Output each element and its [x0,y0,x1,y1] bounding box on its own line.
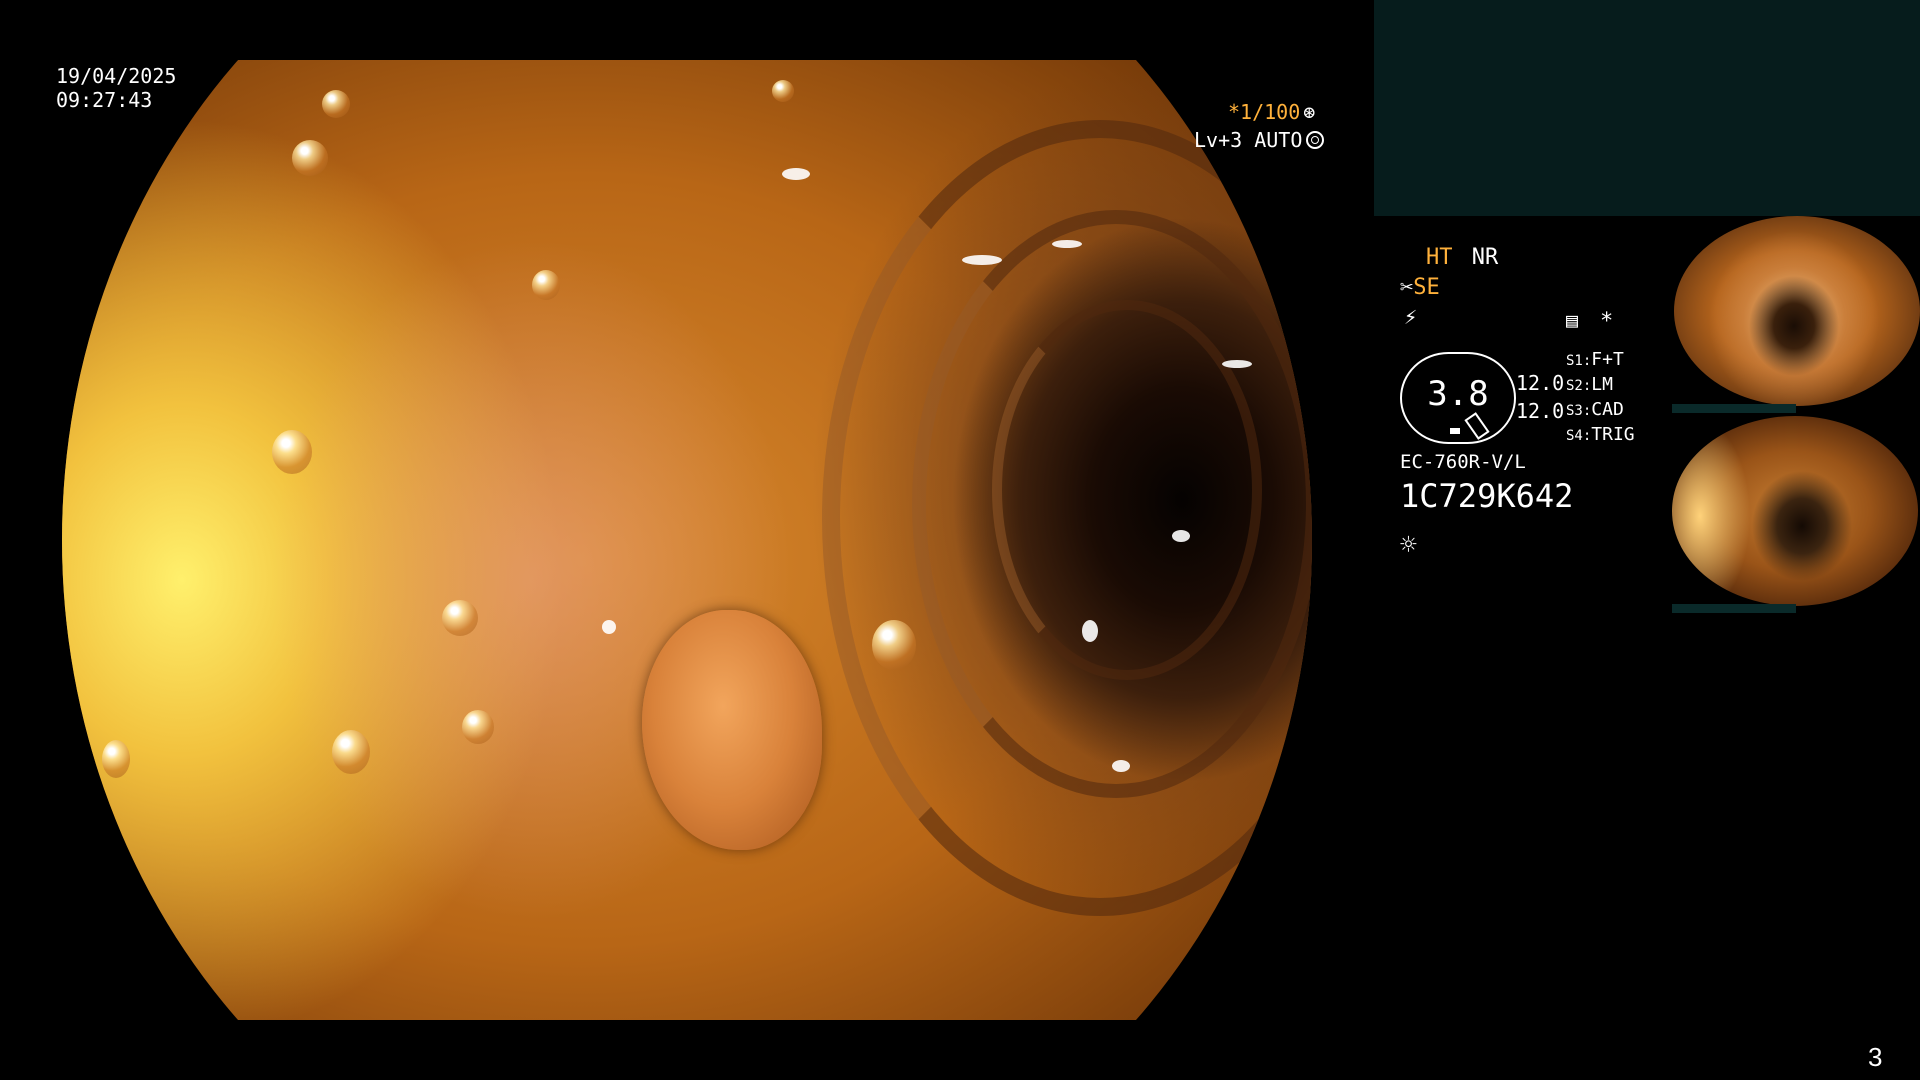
specular-highlight [1052,240,1082,248]
specular-highlight [962,255,1002,265]
endoscope-view [62,60,1312,1020]
s4-label: S4: [1566,428,1592,444]
s3-label: S3: [1566,403,1592,419]
bubble [292,140,328,176]
shutter-readout: *1/100 ⊛ [1228,100,1315,124]
s1-row: S1:F+T [1566,348,1624,373]
level-text: Lv+3 AUTO [1194,128,1303,152]
bubble [532,270,560,300]
specular-highlight [1222,360,1252,368]
value-bottom: 12.0 [1516,399,1565,423]
s2-value: LM [1591,374,1613,395]
gauge-marker [1450,428,1460,434]
specular-highlight [782,168,810,180]
thumbnail-2-bar [1672,604,1796,613]
scope-model: EC-760R-V/L [1400,451,1526,473]
lens-icon [1306,131,1325,149]
asterisk-mark: * [1600,309,1614,334]
level-readout: Lv+3 AUTO [1194,128,1325,152]
thumbnail-1-bar [1672,404,1796,413]
specular-highlight [1082,620,1098,642]
lumen-fold-inner [992,300,1262,680]
shutter-text: *1/100 [1228,100,1301,124]
page-number: 3 [1868,1042,1883,1072]
bubble [442,600,478,636]
bubble [332,730,370,774]
specular-highlight [602,620,616,634]
s2-row: S2:LM [1566,373,1613,398]
time-text: 09:27:43 [56,88,153,112]
date-text: 19/04/2025 [56,64,177,88]
ht-nr-row: HT NR [1426,246,1498,270]
polyp-lesion [642,610,822,850]
gauge-value: 3.8 [1427,374,1489,414]
bubble [872,620,916,670]
brightness-icon: ☼ [1400,528,1417,561]
scissors-icon: ✂ [1400,275,1414,300]
aperture-icon: ⊛ [1303,100,1316,124]
s4-row: S4:TRIG [1566,423,1635,448]
bolt-icon: ⚡ [1404,305,1418,330]
bubble [462,710,494,744]
scope-serial: 1C729K642 [1400,477,1574,515]
s1-label: S1: [1566,353,1592,369]
info-box [1374,0,1920,216]
memory-icon: ▤ [1566,308,1579,332]
specular-highlight [1112,760,1130,772]
value-top: 12.0 [1516,371,1565,395]
gauge: 3.8 [1400,352,1516,444]
thumbnail-2[interactable] [1672,416,1918,606]
ht-label: HT [1426,245,1453,270]
se-label: SE [1413,275,1440,300]
bubble [272,430,312,474]
s3-value: CAD [1591,399,1624,420]
specular-highlight [1172,530,1190,542]
thumbnail-1[interactable] [1674,216,1920,406]
se-row: ✂SE [1400,276,1440,300]
bubble [102,740,130,778]
s2-label: S2: [1566,378,1592,394]
bubble [322,90,350,118]
s4-value: TRIG [1591,424,1635,445]
gauge-indicator [1464,412,1490,440]
s3-row: S3:CAD [1566,398,1624,423]
s1-value: F+T [1591,349,1624,370]
bubble [772,80,794,102]
nr-label: NR [1471,245,1499,270]
